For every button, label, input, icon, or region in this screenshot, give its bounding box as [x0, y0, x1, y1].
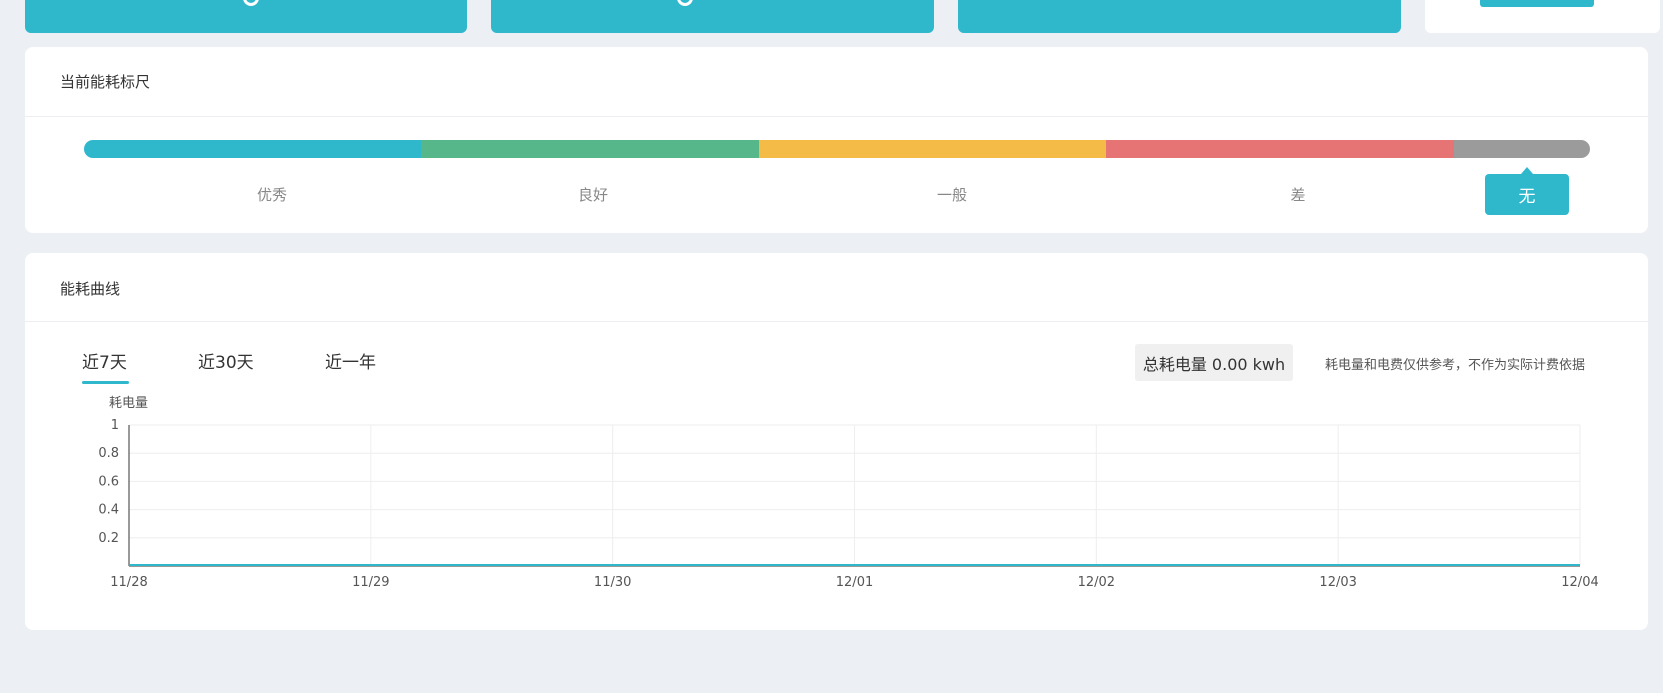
- scale-label-excellent: 优秀: [256, 186, 288, 204]
- scale-segment-poor: [1106, 140, 1463, 158]
- stat-card-3: [958, 0, 1401, 33]
- y-tick-label: 0.4: [98, 503, 119, 518]
- stat-card-1: [25, 0, 467, 33]
- scale-segment-none: [1454, 140, 1590, 158]
- stat-digit-2: [677, 0, 693, 6]
- stat-card-2: [491, 0, 934, 33]
- y-axis-title: 耗电量: [109, 396, 148, 411]
- x-tick-label: 11/29: [352, 575, 389, 590]
- energy-scale-title: 当前能耗标尺: [60, 73, 151, 91]
- x-tick-label: 11/28: [110, 575, 147, 590]
- x-tick-label: 12/01: [836, 575, 873, 590]
- energy-curve-panel: 能耗曲线 近7天 近30天 近一年 总耗电量 0.00 kwh 耗电量和电费仅供…: [25, 253, 1648, 630]
- stat-card-button[interactable]: [1480, 0, 1594, 7]
- energy-scale-panel: 当前能耗标尺 优秀 良好 一般 差 无: [25, 47, 1648, 233]
- current-level-marker: 无: [1485, 167, 1569, 215]
- scale-label-good: 良好: [577, 186, 609, 204]
- energy-line-chart: 0.2 0.4 0.6 0.8 1 11/28 11/29 11/30 12/01 12/02 12…: [98, 396, 1598, 590]
- scale-label-average: 一般: [936, 186, 968, 204]
- y-tick-label: 1: [111, 418, 119, 433]
- y-tick-label: 0.6: [98, 474, 119, 489]
- y-tick-label: 0.8: [98, 446, 119, 461]
- scale-segment-average: [759, 140, 1115, 158]
- stat-card-4: [1425, 0, 1660, 33]
- y-tick-label: 0.2: [98, 531, 119, 546]
- x-tick-label: 12/04: [1561, 575, 1598, 590]
- energy-scale-bar: [84, 140, 1590, 158]
- scale-segment-good: [421, 140, 768, 158]
- x-tick-label: 12/03: [1319, 575, 1356, 590]
- panel-divider: [25, 116, 1648, 117]
- stat-digit-1: [243, 0, 259, 6]
- scale-label-poor: 差: [1290, 186, 1306, 204]
- x-tick-label: 11/30: [594, 575, 631, 590]
- x-tick-label: 12/02: [1078, 575, 1115, 590]
- scale-segment-excellent: [84, 140, 421, 158]
